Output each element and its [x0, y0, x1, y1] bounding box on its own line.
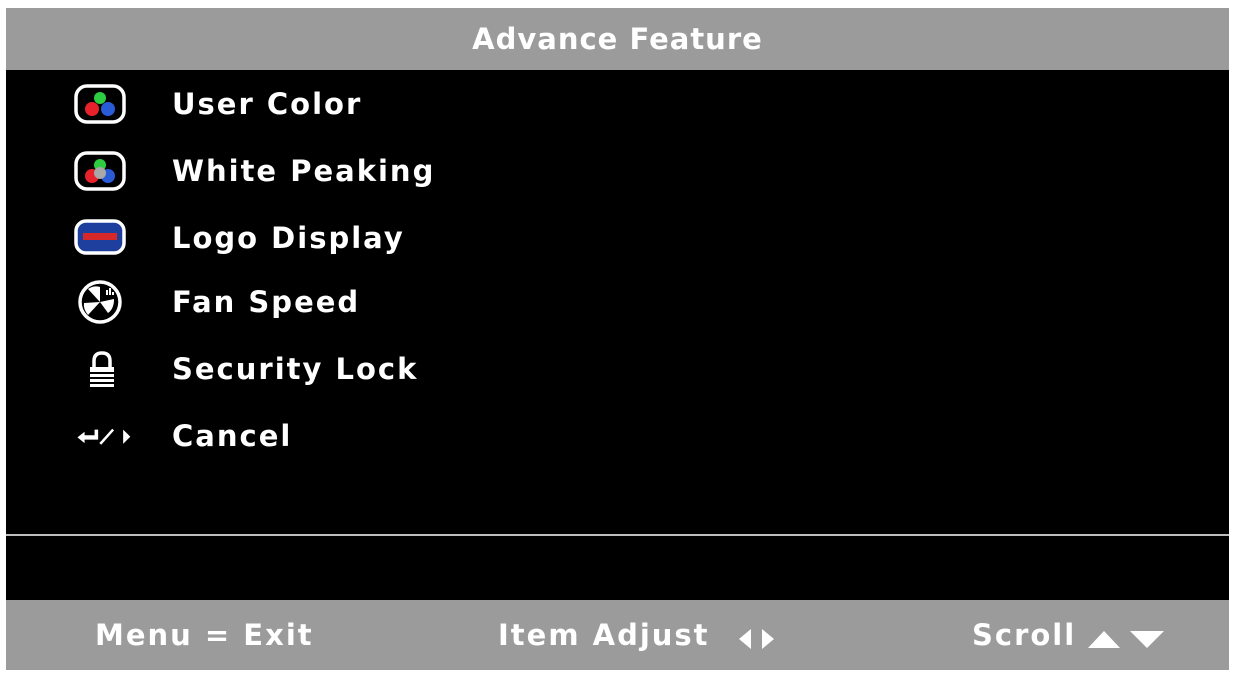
divider: [6, 534, 1229, 536]
menu-item-label: White Peaking: [172, 154, 436, 188]
menu-exit-hint: Menu = Exit: [95, 618, 314, 652]
lock-icon: [74, 346, 134, 392]
left-right-arrows-icon: [739, 629, 774, 649]
up-down-arrows-icon: [1088, 631, 1164, 648]
enter-right-icon: [76, 413, 136, 459]
menu-item-label: User Color: [172, 87, 363, 121]
menu-item-label: Security Lock: [172, 352, 419, 386]
menu-item-user-color[interactable]: User Color: [6, 79, 706, 129]
menu-item-security-lock[interactable]: Security Lock: [6, 344, 706, 394]
menu-list: User Color White Peaking Logo Display Fa…: [6, 70, 1229, 534]
menu-item-label: Cancel: [172, 419, 293, 453]
osd-menu: Advance Feature User Color White Peaking…: [6, 8, 1229, 670]
menu-item-fan-speed[interactable]: Fan Speed: [6, 277, 706, 327]
fan-icon: [74, 279, 134, 325]
title-bar: Advance Feature: [6, 8, 1229, 70]
menu-item-label: Logo Display: [172, 221, 405, 255]
logo-display-icon: [74, 215, 134, 261]
color-balls-icon: [74, 81, 134, 127]
menu-title: Advance Feature: [472, 22, 763, 56]
scroll-hint: Scroll: [972, 618, 1077, 652]
menu-item-cancel[interactable]: Cancel: [6, 411, 706, 461]
footer-bar: Menu = Exit Item Adjust Scroll: [6, 600, 1229, 670]
item-adjust-hint: Item Adjust: [498, 618, 710, 652]
menu-item-label: Fan Speed: [172, 285, 361, 319]
white-peaking-icon: [74, 148, 134, 194]
menu-item-logo-display[interactable]: Logo Display: [6, 213, 706, 263]
menu-item-white-peaking[interactable]: White Peaking: [6, 146, 706, 196]
